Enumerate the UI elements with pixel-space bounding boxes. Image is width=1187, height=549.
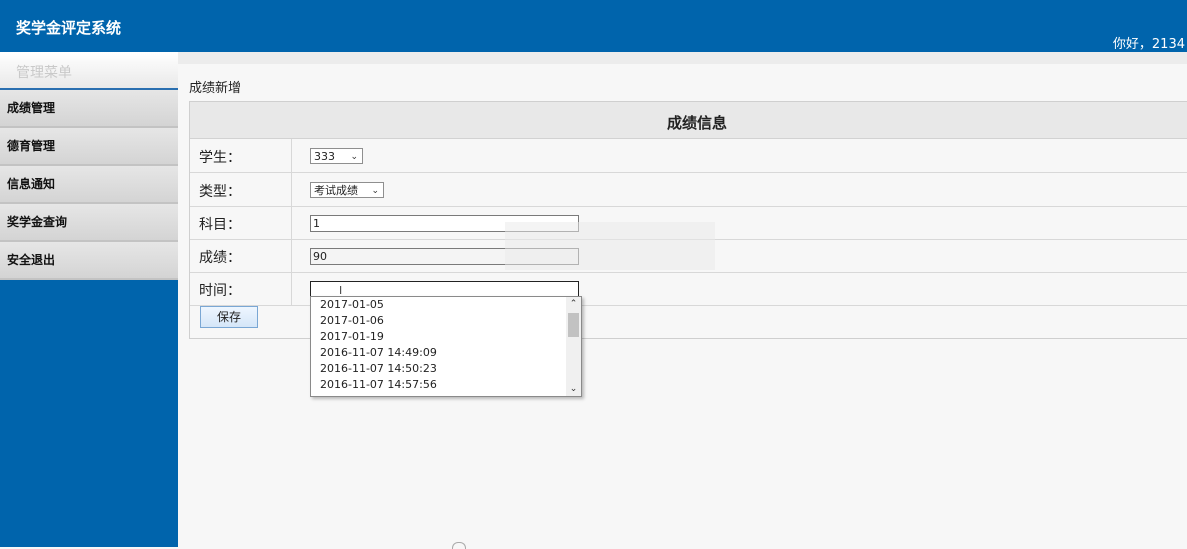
dropdown-scrollbar[interactable]: ⌃ ⌄ — [566, 297, 581, 396]
sidebar-item-scholarship-query[interactable]: 奖学金查询 — [0, 204, 178, 242]
autocomplete-option[interactable]: 2016-11-07 14:57:56 — [311, 377, 581, 393]
breadcrumb: 成绩新增 — [189, 81, 242, 96]
score-label: 成绩： — [199, 250, 241, 266]
student-row: 学生： 333 ⌄ — [190, 139, 1187, 173]
student-select-value: 333 — [314, 150, 335, 163]
sidebar-item-moral-management[interactable]: 德育管理 — [0, 128, 178, 166]
type-select[interactable]: 考试成绩 ⌄ — [310, 182, 384, 198]
autocomplete-option[interactable]: 2017-01-06 — [311, 313, 581, 329]
time-label: 时间： — [199, 283, 241, 299]
panel-header: 成绩信息 — [190, 102, 1187, 139]
user-greeting: 你好，2134 — [1112, 37, 1185, 52]
sidebar-item-notifications[interactable]: 信息通知 — [0, 166, 178, 204]
time-autocomplete-list[interactable]: 2017-01-05 2017-01-06 2017-01-19 2016-11… — [310, 296, 582, 397]
autocomplete-option[interactable]: 2016-11-07 14:49:09 — [311, 345, 581, 361]
autocomplete-option[interactable]: 2016-11-07 14:50:23 — [311, 361, 581, 377]
chevron-down-icon: ⌄ — [350, 152, 358, 162]
page-bottom-indicator — [452, 542, 466, 549]
type-row: 类型： 考试成绩 ⌄ — [190, 173, 1187, 207]
row-divider — [291, 272, 292, 305]
type-select-value: 考试成绩 — [314, 184, 358, 197]
menu-heading: 管理菜单 — [0, 52, 178, 90]
chevron-down-icon[interactable]: ⌄ — [566, 382, 581, 396]
background-watermark — [505, 222, 715, 270]
scrollbar-thumb[interactable] — [568, 313, 579, 337]
save-button[interactable]: 保存 — [200, 306, 258, 328]
type-label: 类型： — [199, 184, 241, 200]
subject-label: 科目： — [199, 217, 241, 233]
sidebar-menu: 成绩管理 德育管理 信息通知 奖学金查询 安全退出 — [0, 90, 178, 280]
student-label: 学生： — [199, 150, 241, 166]
row-divider — [291, 206, 292, 239]
row-divider — [291, 239, 292, 272]
row-divider — [291, 139, 292, 172]
menu-heading-label: 管理菜单 — [16, 65, 72, 81]
student-select[interactable]: 333 ⌄ — [310, 148, 363, 164]
content-top-strip — [178, 52, 1187, 64]
autocomplete-option[interactable]: 2017-01-05 — [311, 297, 581, 313]
sidebar-item-grade-management[interactable]: 成绩管理 — [0, 90, 178, 128]
sidebar-item-logout[interactable]: 安全退出 — [0, 242, 178, 280]
row-divider — [291, 173, 292, 206]
chevron-down-icon: ⌄ — [371, 186, 379, 196]
sidebar: 管理菜单 成绩管理 德育管理 信息通知 奖学金查询 安全退出 — [0, 52, 178, 547]
panel-title: 成绩信息 — [667, 114, 728, 132]
app-title: 奖学金评定系统 — [16, 19, 122, 37]
chevron-up-icon[interactable]: ⌃ — [566, 297, 581, 311]
top-header: 奖学金评定系统 你好，2134 — [0, 0, 1187, 52]
autocomplete-option[interactable]: 2017-01-19 — [311, 329, 581, 345]
